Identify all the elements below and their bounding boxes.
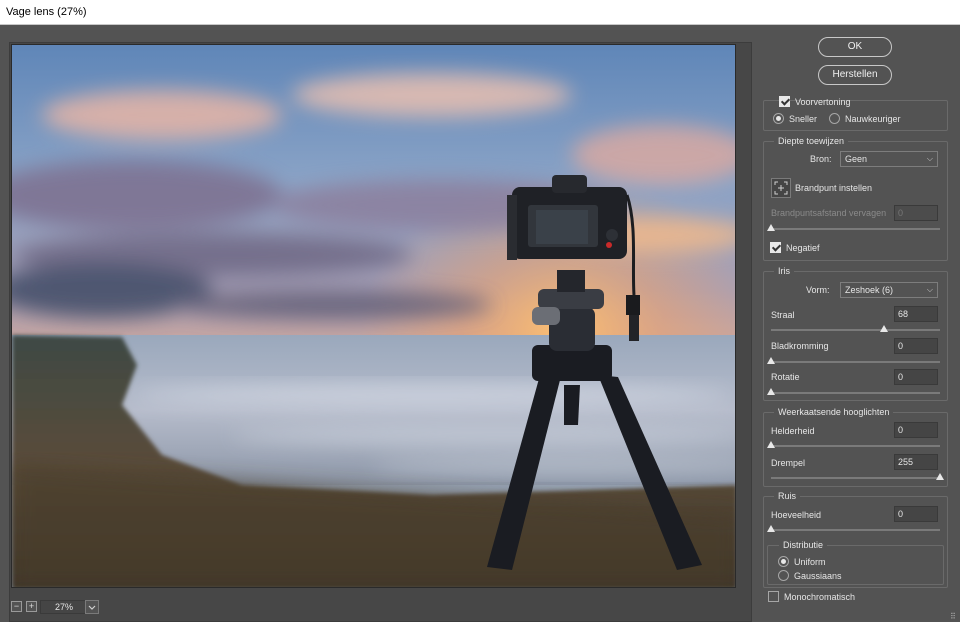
- gaussian-radio[interactable]: [778, 570, 789, 581]
- monochromatic-label: Monochromatisch: [784, 592, 856, 602]
- threshold-slider-track[interactable]: [771, 477, 940, 479]
- amount-slider-thumb[interactable]: [767, 525, 775, 532]
- invert-label: Negatief: [786, 243, 820, 253]
- zoom-in-button[interactable]: +: [26, 601, 37, 612]
- radius-slider-track[interactable]: [771, 329, 940, 331]
- source-select[interactable]: Geen ⌵: [840, 151, 938, 167]
- gaussian-label: Gaussiaans: [794, 571, 842, 581]
- preview-image[interactable]: [11, 44, 736, 588]
- zoom-dropdown[interactable]: [85, 600, 99, 614]
- faster-radio[interactable]: [773, 113, 784, 124]
- window-title: Vage lens (27%): [6, 6, 87, 18]
- resize-grip-icon[interactable]: ⠿: [950, 612, 956, 621]
- blur-focal-label: Brandpuntsafstand vervagen: [771, 208, 887, 218]
- noise-title: Ruis: [774, 491, 801, 501]
- preview-photo: [12, 45, 735, 587]
- source-value: Geen: [845, 154, 868, 164]
- crosshair-icon: [774, 181, 788, 195]
- shape-label: Vorm:: [806, 285, 830, 295]
- more-accurate-radio[interactable]: [829, 113, 840, 124]
- amount-field[interactable]: 0: [894, 506, 938, 522]
- curvature-slider-track[interactable]: [771, 361, 940, 363]
- uniform-radio[interactable]: [778, 556, 789, 567]
- rotation-field[interactable]: 0: [894, 369, 938, 385]
- specular-highlights-title: Weerkaatsende hooglichten: [774, 407, 894, 417]
- iris-title: Iris: [774, 266, 794, 276]
- brightness-slider-track[interactable]: [771, 445, 940, 447]
- monochromatic-checkbox[interactable]: [768, 591, 779, 602]
- title-bar: Vage lens (27%): [0, 0, 960, 25]
- blur-focal-slider-thumb[interactable]: [767, 224, 775, 231]
- uniform-label: Uniform: [794, 557, 826, 567]
- rotation-slider-track[interactable]: [771, 392, 940, 394]
- radius-label: Straal: [771, 310, 795, 320]
- chevron-down-icon: ⌵: [926, 154, 933, 163]
- chevron-down-icon: [88, 605, 96, 610]
- chevron-down-icon: ⌵: [926, 285, 933, 294]
- threshold-field[interactable]: 255: [894, 454, 938, 470]
- blur-focal-slider-track[interactable]: [771, 228, 940, 230]
- threshold-label: Drempel: [771, 458, 806, 468]
- source-label: Bron:: [810, 154, 832, 164]
- faster-label: Sneller: [789, 114, 818, 124]
- distribution-title: Distributie: [779, 540, 828, 550]
- brightness-label: Helderheid: [771, 426, 815, 436]
- set-focus-label: Brandpunt instellen: [795, 183, 873, 193]
- radius-field[interactable]: 68: [894, 306, 938, 322]
- preview-checkbox[interactable]: [779, 96, 790, 107]
- preview-label: Voorvertoning: [795, 97, 851, 107]
- invert-checkbox[interactable]: [770, 242, 781, 253]
- zoom-out-button[interactable]: −: [11, 601, 22, 612]
- more-accurate-label: Nauwkeuriger: [845, 114, 901, 124]
- radius-slider-thumb[interactable]: [880, 325, 889, 332]
- curvature-slider-thumb[interactable]: [767, 357, 775, 364]
- amount-label: Hoeveelheid: [771, 510, 822, 520]
- ok-button[interactable]: OK: [818, 37, 892, 57]
- amount-slider-track[interactable]: [771, 529, 940, 531]
- brightness-field[interactable]: 0: [894, 422, 938, 438]
- reset-button[interactable]: Herstellen: [818, 65, 892, 85]
- shape-value: Zeshoek (6): [845, 285, 894, 295]
- curvature-label: Bladkromming: [771, 341, 829, 351]
- shape-select[interactable]: Zeshoek (6) ⌵: [840, 282, 938, 298]
- rotation-slider-thumb[interactable]: [767, 388, 775, 395]
- rotation-label: Rotatie: [771, 372, 800, 382]
- blur-focal-field[interactable]: 0: [894, 205, 938, 221]
- threshold-slider-thumb[interactable]: [936, 473, 944, 480]
- set-focus-button[interactable]: [771, 178, 791, 198]
- curvature-field[interactable]: 0: [894, 338, 938, 354]
- brightness-slider-thumb[interactable]: [767, 441, 775, 448]
- depth-map-title: Diepte toewijzen: [774, 136, 849, 146]
